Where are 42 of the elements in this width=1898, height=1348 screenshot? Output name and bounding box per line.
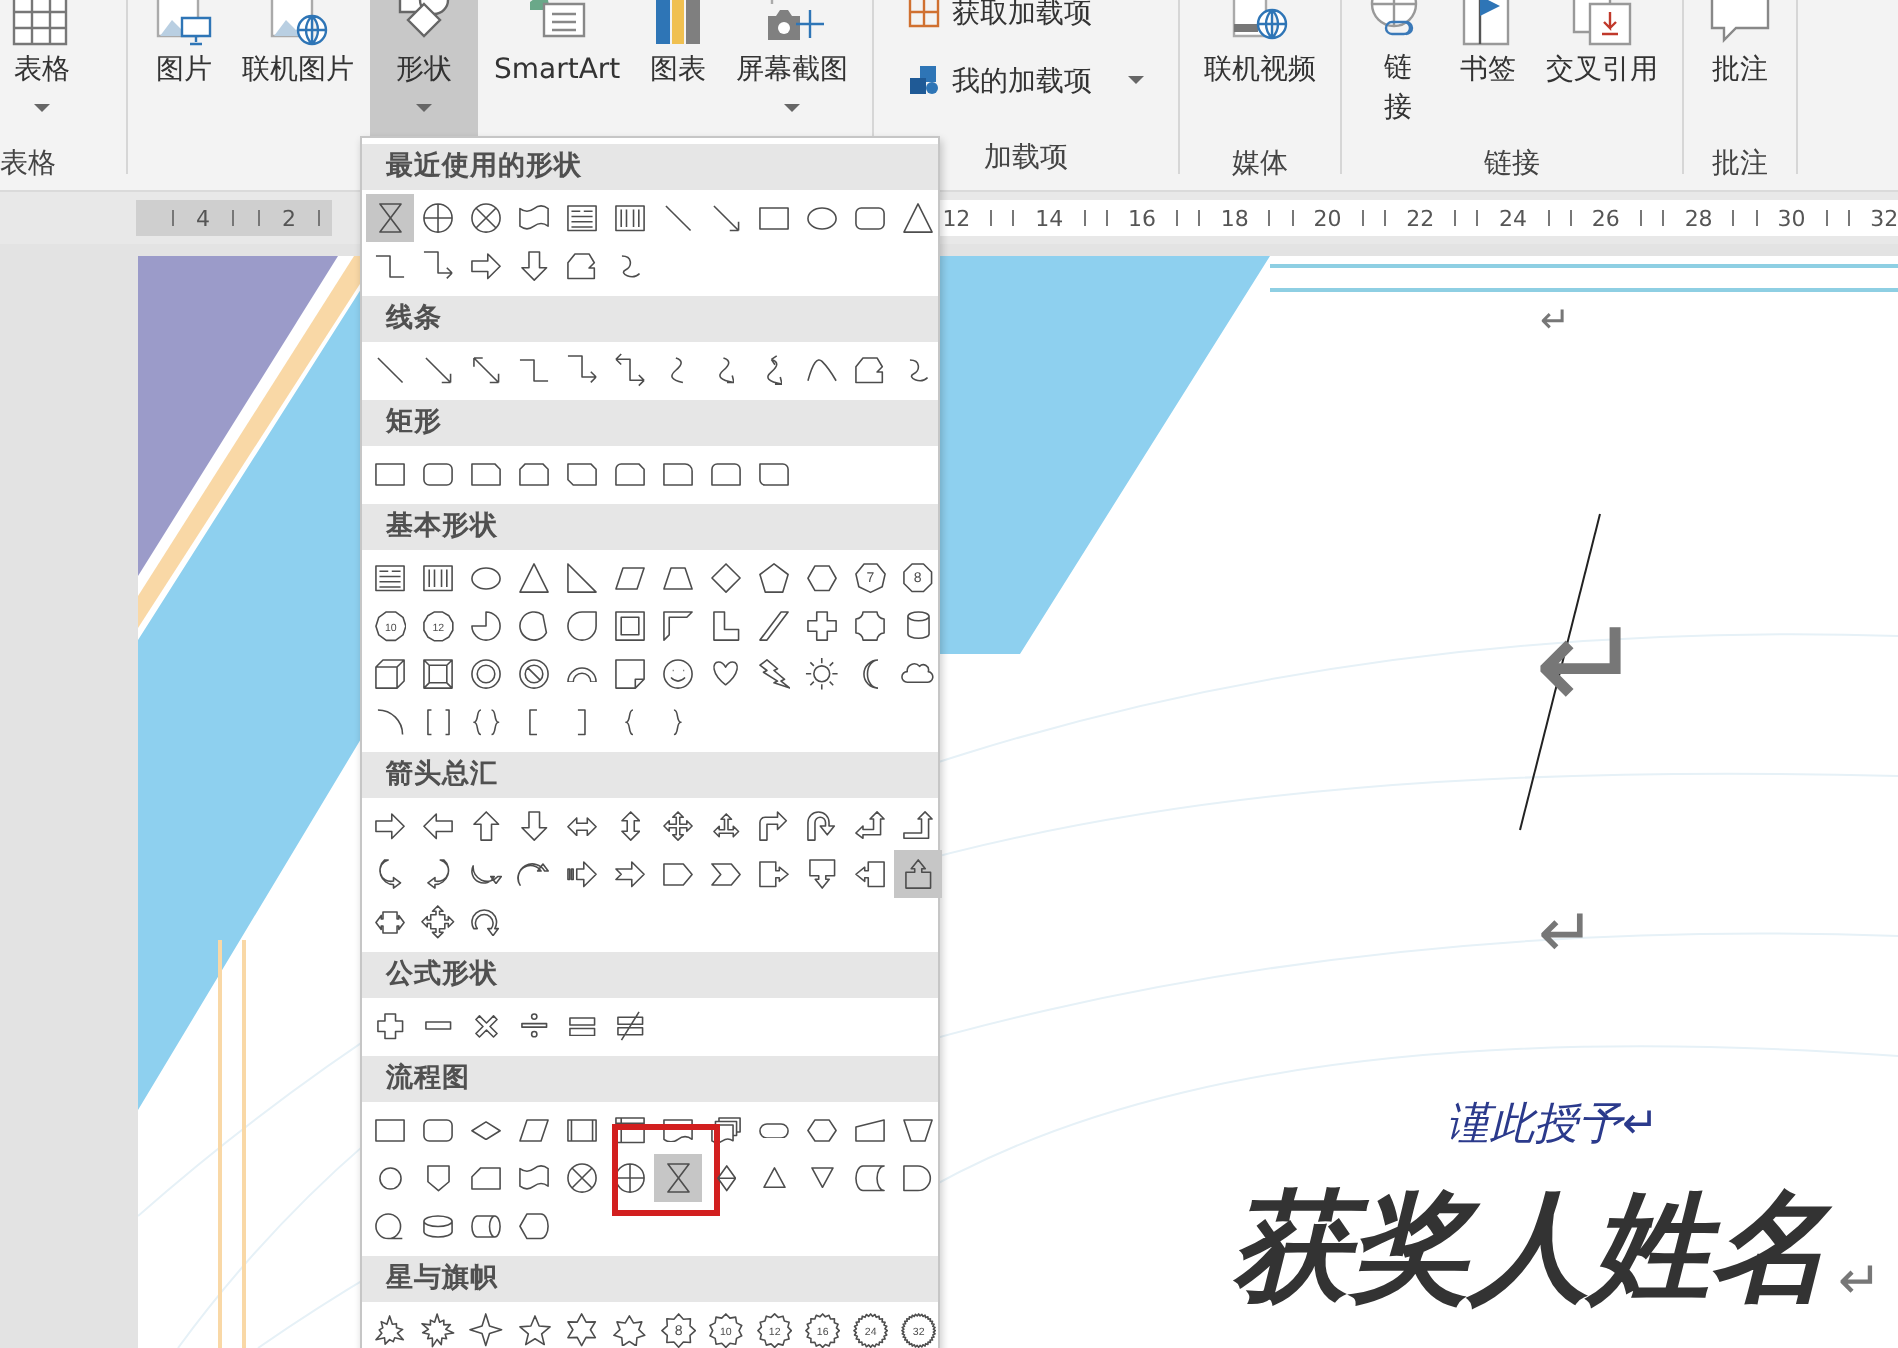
- group-label: 链接: [1482, 148, 1543, 180]
- ruler-number: 2: [281, 205, 296, 231]
- ribbon-button[interactable]: 书签: [1446, 0, 1531, 148]
- ribbon-button[interactable]: 联机图片: [232, 0, 364, 148]
- section-header: 流程图: [362, 1056, 938, 1102]
- ribbon-button[interactable]: 图片: [142, 0, 226, 148]
- group-label: 媒体: [1230, 148, 1291, 180]
- ruler-number: 18: [1220, 205, 1249, 231]
- group-label: 表格: [0, 148, 58, 180]
- paragraph-mark: ↵: [1838, 1256, 1882, 1308]
- section-header: 基本形状: [362, 504, 938, 550]
- ribbon-button[interactable]: 联机视频: [1194, 0, 1327, 148]
- ruler-number: 16: [1127, 205, 1156, 231]
- ribbon-button[interactable]: 批注: [1698, 0, 1783, 148]
- title-text: 获奖人姓名: [1230, 1188, 1830, 1308]
- section-header: 矩形: [362, 400, 938, 446]
- section-header: 箭头总汇: [362, 752, 938, 798]
- paragraph-mark: ↵: [1538, 900, 1595, 968]
- ribbon-button[interactable]: 图表: [636, 0, 721, 148]
- section-header: 公式形状: [362, 952, 938, 998]
- ruler-number: 14: [1035, 205, 1064, 231]
- ruler-number: 32: [1870, 205, 1898, 231]
- ribbon-button[interactable]: 表格: [0, 0, 84, 148]
- ribbon-button[interactable]: SmartArt: [484, 0, 631, 148]
- ribbon-button[interactable]: 交叉引用: [1536, 0, 1669, 148]
- ruler-number: 4: [195, 205, 210, 231]
- ruler-number: 28: [1684, 205, 1713, 231]
- ribbon-button[interactable]: 我的加载项: [904, 60, 1149, 100]
- ruler-number: 30: [1777, 205, 1806, 231]
- subtitle-text: 谨此授予↵: [1446, 1104, 1659, 1148]
- ruler-number: 22: [1406, 205, 1435, 231]
- section-header: 线条: [362, 296, 938, 342]
- ribbon-button[interactable]: 链接: [1356, 0, 1441, 148]
- ruler-number: 20: [1313, 205, 1342, 231]
- group-label: 批注: [1710, 148, 1771, 180]
- ruler-number: 12: [942, 205, 971, 231]
- paragraph-mark: ↵: [1540, 304, 1571, 340]
- group-label: 加载项: [982, 142, 1071, 174]
- section-header: 最近使用的形状: [362, 144, 938, 190]
- ruler-number: 24: [1499, 205, 1528, 231]
- ruler-number: 26: [1591, 205, 1620, 231]
- section-header: 星与旗帜: [362, 1256, 938, 1302]
